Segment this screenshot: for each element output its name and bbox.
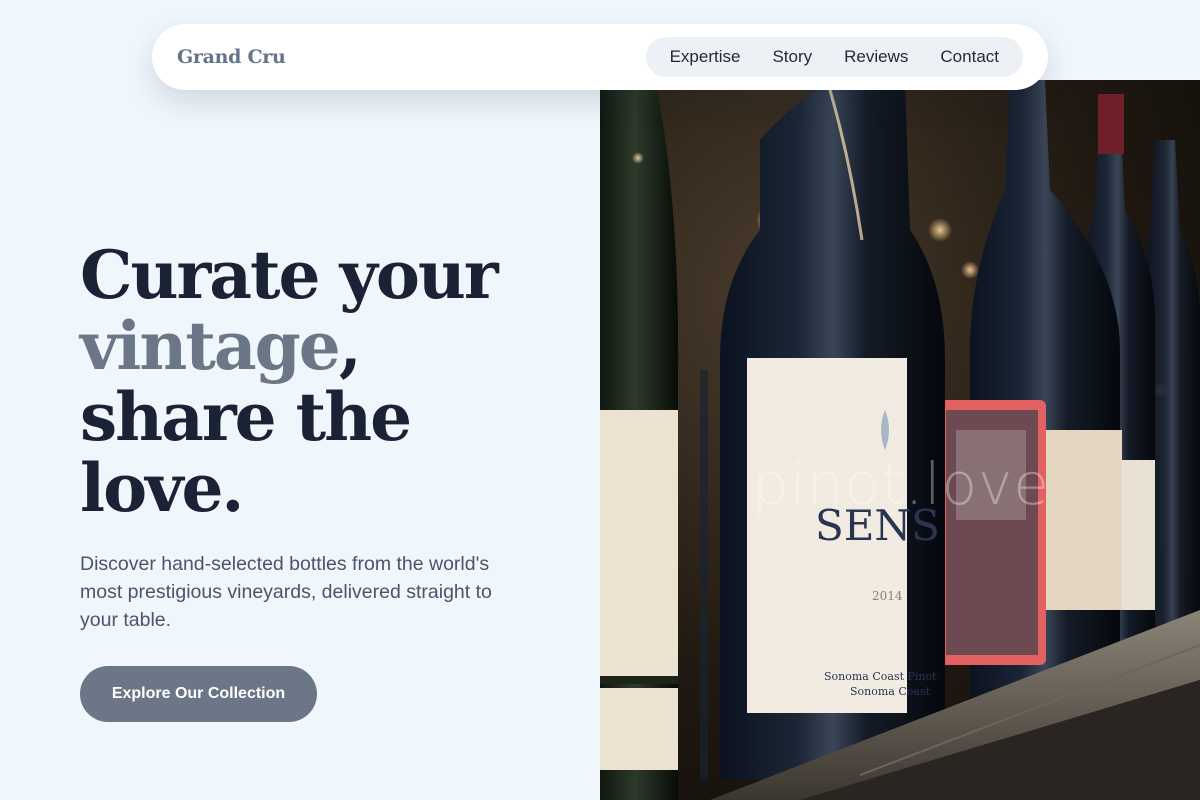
bottle-label-line2: Sonoma Coast	[850, 685, 931, 698]
watermark-text: pinot.love	[752, 450, 1050, 518]
hero-wine-image: SENS 2014 Sonoma Coast Pinot Sonoma Coas…	[600, 80, 1200, 800]
explore-collection-button[interactable]: Explore Our Collection	[80, 666, 317, 722]
hero-headline: Curate your vintage, share the love.	[80, 240, 580, 524]
bottle-center: SENS 2014 Sonoma Coast Pinot Sonoma Coas…	[700, 80, 945, 780]
wine-bottles-illustration: SENS 2014 Sonoma Coast Pinot Sonoma Coas…	[600, 80, 1200, 800]
bottle-label-year: 2014	[872, 589, 903, 603]
headline-line-4: love.	[80, 449, 244, 527]
brand-logo[interactable]: Grand Cru	[177, 46, 286, 68]
headline-accent: vintage	[80, 307, 341, 385]
bottle-label-line1: Sonoma Coast Pinot	[824, 670, 937, 683]
bottle-red-label	[938, 80, 1122, 700]
nav-links: Expertise Story Reviews Contact	[645, 37, 1023, 77]
nav-link-expertise[interactable]: Expertise	[654, 37, 757, 77]
bottle-left	[600, 80, 679, 800]
headline-comma: ,	[338, 307, 362, 385]
nav-link-contact[interactable]: Contact	[924, 37, 1015, 77]
headline-line-3: share the	[80, 378, 412, 456]
nav-link-story[interactable]: Story	[756, 37, 828, 77]
nav-link-reviews[interactable]: Reviews	[828, 37, 924, 77]
hero-subtext: Discover hand-selected bottles from the …	[80, 553, 492, 631]
headline-line-1: Curate your	[80, 236, 499, 314]
top-navbar: Grand Cru Expertise Story Reviews Contac…	[152, 24, 1048, 90]
